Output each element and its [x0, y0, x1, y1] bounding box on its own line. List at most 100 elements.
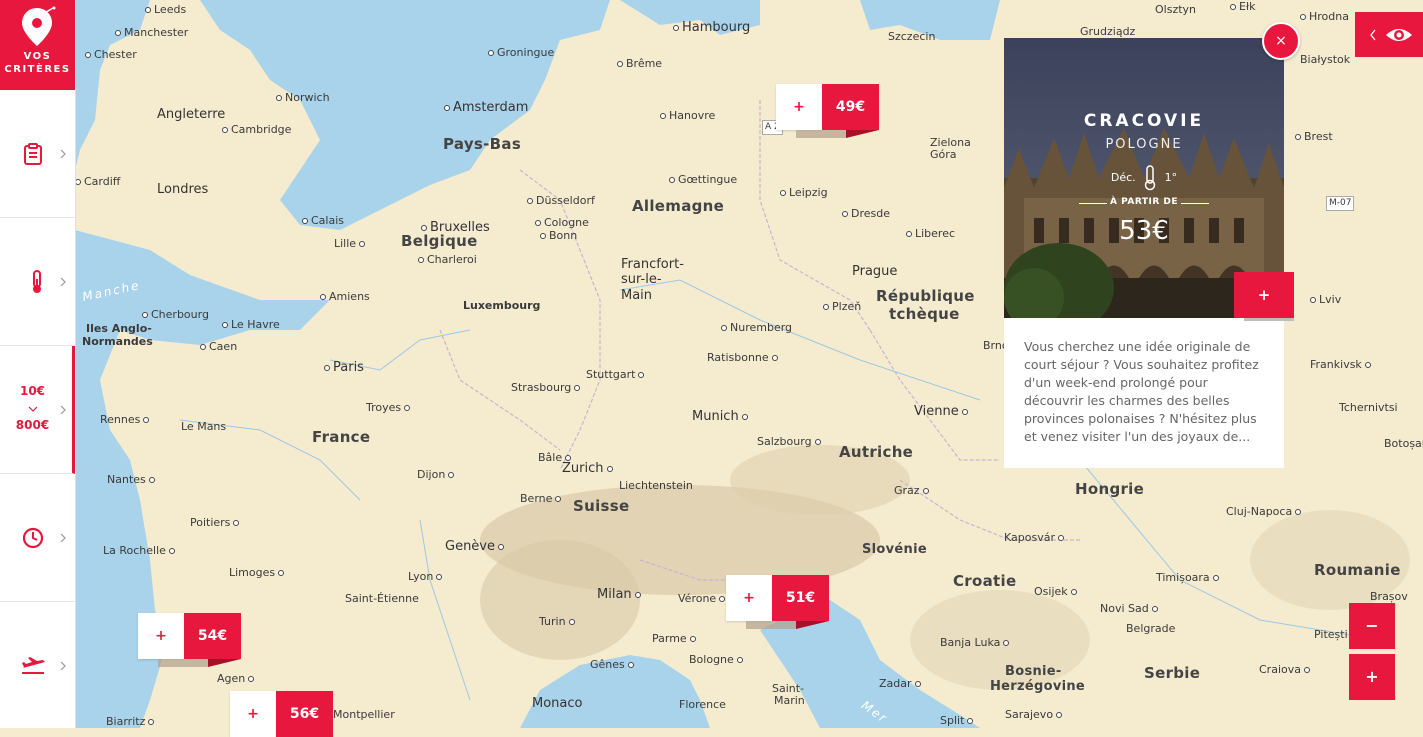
map-label: Hongrie — [1075, 480, 1145, 498]
map-label: Charleroi — [418, 253, 477, 266]
map-label: France — [312, 428, 371, 446]
map-label: Salzbourg — [757, 435, 821, 448]
marker-price[interactable]: 56€ — [276, 691, 333, 737]
weather-month: Déc. — [1110, 171, 1136, 184]
map-label: Góra — [930, 148, 957, 161]
marker-add-button[interactable]: + — [138, 613, 184, 659]
map-label: Marin — [774, 694, 805, 707]
map-label: Zadar — [879, 677, 921, 690]
price-min: 10€ — [19, 384, 46, 398]
toggle-view-button[interactable] — [1355, 12, 1423, 57]
map-label: Iles Anglo- — [86, 322, 152, 335]
map-pin-icon — [22, 6, 56, 46]
map-label: Bosnie- — [1005, 664, 1062, 679]
map-label: Lyon — [408, 570, 443, 583]
marker-fold — [796, 621, 829, 629]
marker-price[interactable]: 51€ — [772, 575, 829, 621]
zoom-in-button[interactable]: + — [1349, 654, 1395, 700]
map-label: Troyes — [366, 401, 411, 414]
map-label: Zurich — [562, 462, 613, 475]
close-button[interactable]: × — [1262, 22, 1300, 60]
map-label: Londres — [157, 182, 209, 197]
criteria-header[interactable]: VOS CRITÈRES — [0, 0, 75, 90]
map-label: Cluj-Napoca — [1226, 505, 1302, 518]
map-label: Timișoara — [1156, 571, 1219, 584]
chevron-left-icon — [1370, 29, 1376, 41]
map-label: Manchester — [115, 26, 188, 39]
map-label: Genève — [445, 540, 505, 553]
thermometer-icon — [33, 269, 41, 293]
thermometer-icon — [1144, 165, 1156, 191]
map-label: Prague — [852, 264, 898, 279]
map-label: Cherbourg — [142, 308, 209, 321]
map-label: Leeds — [145, 3, 186, 16]
map-label: Montpellier — [333, 708, 395, 721]
map-label: Biarritz — [106, 715, 155, 728]
marker-add-button[interactable]: + — [230, 691, 276, 737]
map-label: Sarajevo — [1005, 708, 1063, 721]
map-label: Hambourg — [673, 21, 750, 34]
criteria-sidebar: VOS CRITÈRES 10€ 800€ — [0, 0, 76, 728]
sidebar-item-weather[interactable] — [0, 218, 75, 346]
marker-price[interactable]: 54€ — [184, 613, 241, 659]
sidebar-item-departure[interactable] — [0, 602, 75, 729]
map-label: Le Havre — [222, 318, 280, 331]
map-label: tchèque — [889, 305, 960, 323]
map-label: Düsseldorf — [527, 194, 595, 207]
map-label: Poitiers — [190, 516, 240, 529]
price-range: 10€ 800€ — [0, 383, 65, 434]
sidebar-item-themes[interactable] — [0, 90, 75, 218]
marker-add-button[interactable]: + — [726, 575, 772, 621]
map-label: Slovénie — [862, 542, 927, 557]
criteria-title: VOS CRITÈRES — [4, 51, 71, 75]
map-label: Caen — [200, 340, 237, 353]
map-label: Grudziądz — [1080, 25, 1136, 38]
map-label: Cologne — [535, 216, 589, 229]
map-label: Lille — [334, 237, 366, 250]
marker-shadow — [796, 130, 846, 138]
sidebar-item-duration[interactable] — [0, 474, 75, 602]
from-label: À PARTIR DE — [1079, 197, 1209, 207]
plane-icon — [22, 656, 45, 674]
map-label: Normandes — [82, 335, 153, 348]
marker-shadow — [158, 659, 208, 667]
chevron-right-icon — [60, 277, 66, 286]
map-label: Chester — [85, 48, 137, 61]
map-label: Allemagne — [632, 197, 725, 215]
chevron-right-icon — [60, 661, 66, 670]
add-destination-button[interactable]: + — [1234, 272, 1294, 318]
map-label: Pays-Bas — [443, 135, 522, 153]
marker-add-button[interactable]: + — [776, 84, 822, 130]
price-max: 800€ — [15, 418, 50, 432]
map-label: Nantes — [107, 473, 155, 486]
map-label: Milan — [597, 588, 641, 601]
map-label: Serbie — [1144, 664, 1201, 682]
map-label: Limoges — [229, 566, 285, 579]
clock-icon — [22, 527, 44, 548]
map-label: Croatie — [953, 572, 1017, 590]
map-label: Banja Luka — [940, 636, 1010, 649]
destination-card[interactable]: CRACOVIE POLOGNE Déc. 1° À PARTIR DE 53€… — [1004, 38, 1294, 468]
map-label: Brême — [617, 57, 662, 70]
map-label: Bologne — [689, 653, 743, 666]
map-label: Belgrade — [1126, 622, 1176, 635]
map-label: Botoșani — [1384, 437, 1423, 450]
map-label: Calais — [302, 214, 344, 227]
map-label: M-07 — [1326, 196, 1355, 211]
map-label: Rennes — [100, 413, 150, 426]
map-label: Kaposvár — [1004, 531, 1064, 544]
map-label: Leipzig — [780, 186, 828, 199]
map-label: Lviv — [1310, 293, 1341, 306]
zoom-out-button[interactable]: − — [1349, 603, 1395, 649]
map-label: Craiova — [1259, 663, 1310, 676]
map-label: Plzeň — [823, 300, 861, 313]
map-label: Monaco — [532, 696, 583, 711]
chevron-down-icon — [28, 406, 37, 412]
map-label: Groningue — [488, 46, 554, 59]
marker-price[interactable]: 49€ — [822, 84, 879, 130]
map-label: Norwich — [276, 91, 330, 104]
sidebar-item-budget[interactable]: 10€ 800€ — [0, 346, 75, 474]
chevron-right-icon — [60, 533, 66, 542]
map-label: Berne — [520, 492, 562, 505]
map-label: Graz — [894, 484, 929, 497]
